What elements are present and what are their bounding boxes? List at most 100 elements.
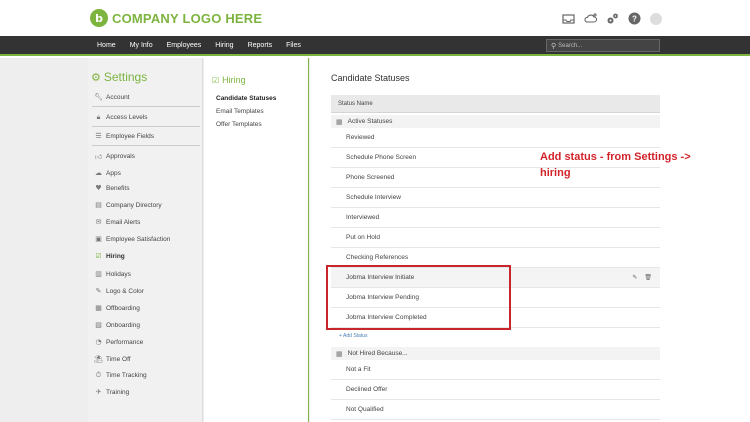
company-logo[interactable]: b COMPANY LOGO HERE <box>90 9 262 27</box>
nav-files[interactable]: Files <box>286 36 301 56</box>
logo-text: COMPANY LOGO HERE <box>112 10 263 26</box>
sidebar-item-approvals[interactable]: 👍︎ Approvals <box>94 152 135 161</box>
calendar-icon: ▦ <box>336 349 343 358</box>
nav-reports[interactable]: Reports <box>248 36 273 56</box>
sidebar-item-label: Training <box>106 388 130 396</box>
email-icon: ✉ <box>95 218 102 226</box>
sidebar-item-time-off[interactable]: ⛱︎ Time Off <box>94 355 131 363</box>
logo-mark: b <box>90 9 108 27</box>
sidebar-item-label: Time Tracking <box>106 372 147 379</box>
sidebar-item-label: Apps <box>106 169 121 177</box>
sidebar-item-label: Performance <box>106 338 144 346</box>
sidebar-item-offboarding[interactable]: ▦ Offboarding <box>94 304 140 312</box>
sidebar-item-time-tracking[interactable]: ⏱︎ Time Tracking <box>94 371 147 380</box>
holiday-icon: ▥ <box>95 270 102 278</box>
column-header-status-name: Status Name <box>331 95 660 113</box>
table-row[interactable]: Schedule Interview <box>331 188 660 208</box>
hiring-icon: ☑ <box>95 252 102 260</box>
hiring-subnav: ☑ Hiring Candidate Statuses Email Templa… <box>204 58 309 422</box>
heart-icon: ♥ <box>95 184 102 192</box>
sidebar-item-onboarding[interactable]: ▧ Onboarding <box>94 321 140 329</box>
wrench-icon: 🔧︎ <box>94 93 103 101</box>
calendar-icon: ▦ <box>336 117 343 126</box>
table-row[interactable]: Interviewed <box>331 208 660 228</box>
nav-hiring[interactable]: Hiring <box>215 36 233 56</box>
header-icons: ? <box>562 12 662 25</box>
stopwatch-icon: ⏱︎ <box>95 371 102 379</box>
sidebar-item-label: Employee Satisfaction <box>106 235 171 243</box>
onboarding-icon: ▧ <box>95 321 102 329</box>
sidebar-item-holidays[interactable]: ▥ Holidays <box>94 270 131 278</box>
table-row[interactable]: Not Qualified <box>331 400 660 420</box>
subnav-email-templates[interactable]: Email Templates <box>216 108 264 115</box>
nav-my-info[interactable]: My Info <box>130 36 153 56</box>
avatar[interactable] <box>650 12 662 25</box>
main-content: Candidate Statuses Status Name ▦ Active … <box>310 58 750 422</box>
add-cloud-icon[interactable] <box>584 12 598 25</box>
sidebar-item-access-levels[interactable]: 🔒︎ Access Levels <box>94 113 148 122</box>
sidebar-item-label: Account <box>106 93 130 101</box>
sidebar-item-hiring[interactable]: ☑ Hiring <box>94 252 125 260</box>
sidebar-item-email-alerts[interactable]: ✉ Email Alerts <box>94 218 141 226</box>
sidebar-item-label: Access Levels <box>106 114 148 121</box>
table-row[interactable]: Not a Fit <box>331 360 660 380</box>
subnav-candidate-statuses[interactable]: Candidate Statuses <box>216 95 276 102</box>
nav-home[interactable]: Home <box>97 36 116 56</box>
lock-icon: 🔒︎ <box>96 113 101 121</box>
edit-icon[interactable]: ✎ <box>632 274 637 281</box>
table-row[interactable]: Reviewed <box>331 128 660 148</box>
sidebar-item-logo-color[interactable]: ✎ Logo & Color <box>94 287 144 295</box>
row-actions: ✎ 🗑 <box>627 268 652 288</box>
sidebar-item-label: Approvals <box>106 153 135 160</box>
page-title: Candidate Statuses <box>331 73 410 83</box>
divider <box>92 145 200 146</box>
hiring-icon: ☑ <box>212 75 220 85</box>
highlight-box <box>326 265 511 330</box>
sidebar-title-text: Settings <box>103 70 148 84</box>
cloud-icon: ☁ <box>95 169 102 177</box>
gears-icon: ⚙ <box>91 70 101 84</box>
subnav-title-text: Hiring <box>222 75 246 85</box>
search-icon: ⚲ <box>551 41 557 50</box>
nav-menu: Home My Info Employees Hiring Reports Fi… <box>97 36 315 56</box>
sidebar-item-label: Email Alerts <box>106 218 141 226</box>
help-icon[interactable]: ? <box>628 12 641 25</box>
sidebar-item-label: Onboarding <box>106 321 140 329</box>
table-row[interactable]: Declined Offer <box>331 380 660 400</box>
sidebar-item-performance[interactable]: ◔ Performance <box>94 338 143 346</box>
sidebar-item-employee-satisfaction[interactable]: ▣ Employee Satisfaction <box>94 235 170 243</box>
group-active-statuses: ▦ Active Statuses <box>331 115 660 128</box>
sidebar-item-label: Benefits <box>106 184 130 192</box>
gears-icon[interactable] <box>606 12 619 25</box>
sidebar-item-label: Hiring <box>106 252 125 260</box>
sidebar-item-label: Logo & Color <box>106 287 144 295</box>
sidebar-item-label: Time Off <box>106 355 131 363</box>
search-placeholder: Search... <box>558 42 583 49</box>
sidebar-item-label: Holidays <box>106 270 131 278</box>
list-icon: ☰ <box>95 132 102 140</box>
subnav-offer-templates[interactable]: Offer Templates <box>216 121 262 128</box>
sidebar-item-apps[interactable]: ☁ Apps <box>94 169 121 177</box>
sidebar-title: ⚙ Settings <box>91 70 147 84</box>
inbox-icon[interactable] <box>562 12 575 25</box>
sidebar-item-label: Company Directory <box>106 201 162 209</box>
main-navbar: Home My Info Employees Hiring Reports Fi… <box>0 36 750 56</box>
sidebar-item-benefits[interactable]: ♥ Benefits <box>94 184 130 192</box>
group-label: Active Statuses <box>347 118 393 125</box>
palette-icon: ✎ <box>95 287 102 295</box>
sidebar-item-training[interactable]: ✈ Training <box>94 388 130 396</box>
divider <box>92 106 200 107</box>
nav-employees[interactable]: Employees <box>167 36 202 56</box>
svg-text:?: ? <box>632 15 637 24</box>
table-row[interactable]: Put on Hold <box>331 228 660 248</box>
delete-icon[interactable]: 🗑 <box>644 274 652 281</box>
add-status-link[interactable]: + Add Status <box>339 333 368 339</box>
directory-icon: ▤ <box>95 201 102 209</box>
sidebar-item-account[interactable]: 🔧︎ Account <box>94 93 130 101</box>
training-icon: ✈ <box>95 388 102 396</box>
sidebar-item-label: Offboarding <box>106 304 140 312</box>
settings-sidebar: ⚙ Settings 🔧︎ Account 🔒︎ Access Levels ☰ Em… <box>88 58 203 422</box>
sidebar-item-employee-fields[interactable]: ☰ Employee Fields <box>94 132 154 140</box>
sidebar-item-company-directory[interactable]: ▤ Company Directory <box>94 201 162 209</box>
search-input[interactable]: ⚲ Search... <box>546 39 660 52</box>
